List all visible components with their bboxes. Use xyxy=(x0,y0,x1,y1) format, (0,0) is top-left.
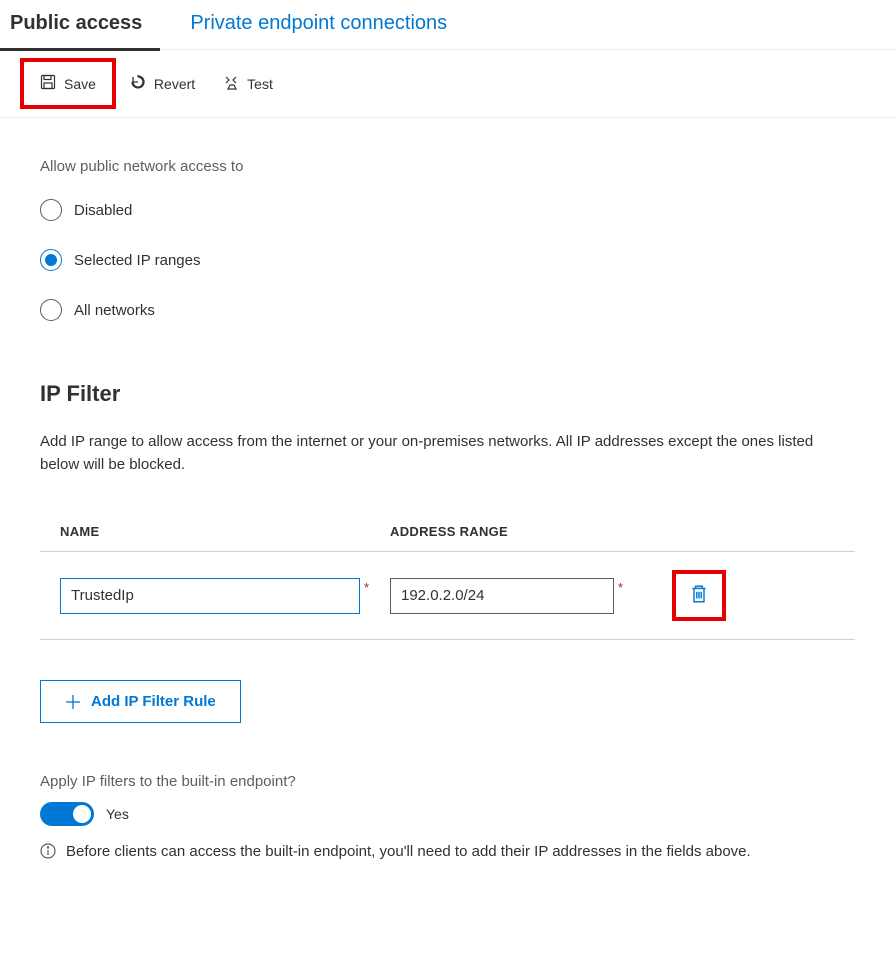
toggle-thumb xyxy=(73,805,91,823)
add-rule-label: Add IP Filter Rule xyxy=(91,693,216,710)
radio-selected-ip[interactable]: Selected IP ranges xyxy=(40,249,855,271)
toggle-label: Yes xyxy=(106,806,129,822)
info-text: Before clients can access the built-in e… xyxy=(66,840,751,864)
radio-disabled[interactable]: Disabled xyxy=(40,199,855,221)
revert-icon xyxy=(130,74,146,93)
save-label: Save xyxy=(64,76,96,92)
save-highlight: Save xyxy=(20,58,116,109)
info-row: Before clients can access the built-in e… xyxy=(40,840,855,867)
revert-button[interactable]: Revert xyxy=(116,66,209,101)
required-indicator: * xyxy=(614,580,623,595)
ip-filter-title: IP Filter xyxy=(40,381,855,407)
ip-filter-table: NAME ADDRESS RANGE * * xyxy=(40,524,855,640)
name-cell: * xyxy=(60,578,390,614)
tab-public-access[interactable]: Public access xyxy=(0,0,160,49)
delete-highlight xyxy=(672,570,726,621)
add-ip-filter-rule-button[interactable]: Add IP Filter Rule xyxy=(40,680,241,723)
header-address: ADDRESS RANGE xyxy=(390,524,670,539)
tab-bar: Public access Private endpoint connectio… xyxy=(0,0,895,50)
access-section-label: Allow public network access to xyxy=(40,158,855,175)
table-row: * * xyxy=(40,564,855,640)
radio-label: Disabled xyxy=(74,202,132,219)
ip-filter-description: Add IP range to allow access from the in… xyxy=(40,431,855,476)
radio-circle-icon xyxy=(40,299,62,321)
test-icon xyxy=(223,74,239,93)
delete-cell xyxy=(670,570,726,621)
content-area: Allow public network access to Disabled … xyxy=(0,118,895,887)
toggle-row: Yes xyxy=(40,802,855,826)
apply-filters-toggle[interactable] xyxy=(40,802,94,826)
plus-icon xyxy=(65,694,81,710)
info-icon xyxy=(40,843,56,867)
trash-icon xyxy=(690,584,708,604)
test-button[interactable]: Test xyxy=(209,66,287,101)
table-header: NAME ADDRESS RANGE xyxy=(40,524,855,552)
address-cell: * xyxy=(390,578,670,614)
apply-filters-label: Apply IP filters to the built-in endpoin… xyxy=(40,773,855,790)
name-input[interactable] xyxy=(60,578,360,614)
radio-label: Selected IP ranges xyxy=(74,252,200,269)
address-input[interactable] xyxy=(390,578,614,614)
radio-circle-selected-icon xyxy=(40,249,62,271)
test-label: Test xyxy=(247,76,273,92)
revert-label: Revert xyxy=(154,76,195,92)
radio-inner-dot xyxy=(45,254,57,266)
header-name: NAME xyxy=(60,524,390,539)
save-icon xyxy=(40,74,56,93)
toolbar: Save Revert Test xyxy=(0,50,895,118)
save-button[interactable]: Save xyxy=(26,66,110,101)
tab-private-endpoint[interactable]: Private endpoint connections xyxy=(160,0,465,49)
radio-all-networks[interactable]: All networks xyxy=(40,299,855,321)
required-indicator: * xyxy=(360,580,369,595)
radio-circle-icon xyxy=(40,199,62,221)
delete-button[interactable] xyxy=(690,584,708,607)
apply-filters-section: Apply IP filters to the built-in endpoin… xyxy=(40,773,855,867)
access-radio-group: Disabled Selected IP ranges All networks xyxy=(40,199,855,321)
radio-label: All networks xyxy=(74,302,155,319)
